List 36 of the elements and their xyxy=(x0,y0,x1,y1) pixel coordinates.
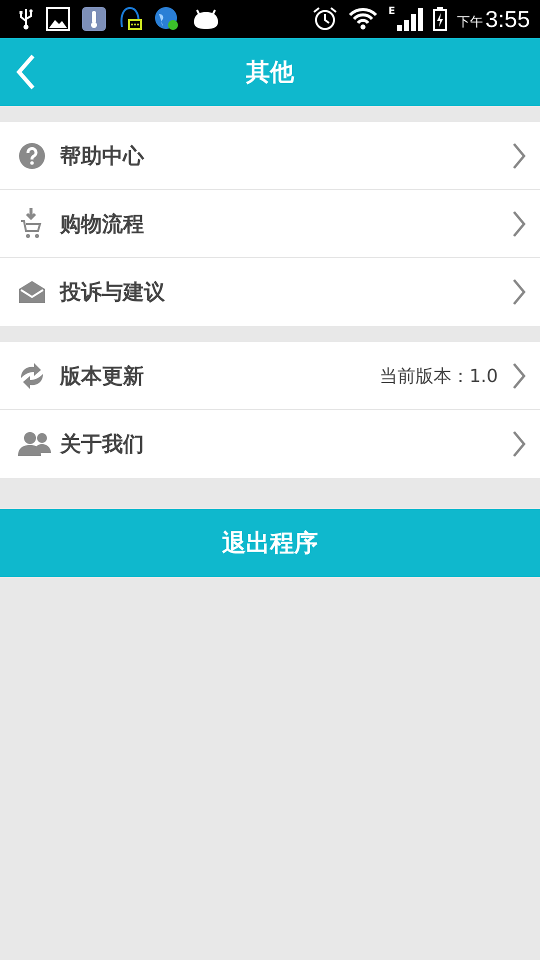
menu-item[interactable]: 帮助中心 xyxy=(0,122,540,190)
clock-time: 3:55 xyxy=(485,6,530,32)
chat-icon xyxy=(118,5,142,33)
item-label: 版本更新 xyxy=(60,362,145,390)
refresh-icon xyxy=(18,362,46,390)
time-period: 下午 xyxy=(457,14,484,31)
item-label: 帮助中心 xyxy=(60,142,146,170)
item-label: 购物流程 xyxy=(60,210,145,238)
menu-item[interactable]: 版本更新 当前版本：1.0 xyxy=(0,342,540,410)
menu-item[interactable]: 关于我们 xyxy=(0,410,540,478)
item-label: 关于我们 xyxy=(60,431,145,458)
image-icon xyxy=(46,7,70,31)
chevron-icon xyxy=(512,279,526,305)
people-icon xyxy=(18,431,52,457)
signal-icon xyxy=(397,7,424,31)
help-icon xyxy=(18,142,46,170)
menu-item[interactable]: 投诉与建议 xyxy=(0,258,540,326)
chevron-icon xyxy=(512,362,526,388)
chevron-icon xyxy=(512,431,526,457)
network-type: E xyxy=(388,7,396,17)
envelope-icon xyxy=(18,280,46,304)
usb-icon xyxy=(18,7,34,31)
item-label: 投诉与建议 xyxy=(60,279,166,306)
battery-icon xyxy=(433,7,448,31)
wifi-icon xyxy=(348,7,378,31)
cart-icon xyxy=(18,208,44,240)
page-title: 其他 xyxy=(246,57,294,88)
android-icon xyxy=(192,8,220,30)
back-icon xyxy=(16,54,36,90)
menu-item[interactable]: 购物流程 xyxy=(0,190,540,258)
alarm-icon xyxy=(312,6,338,32)
chevron-icon xyxy=(512,142,526,168)
globe-icon xyxy=(154,6,180,32)
thermometer-icon xyxy=(82,7,106,31)
version-text: 当前版本：1.0 xyxy=(379,364,498,388)
chevron-icon xyxy=(512,210,526,236)
